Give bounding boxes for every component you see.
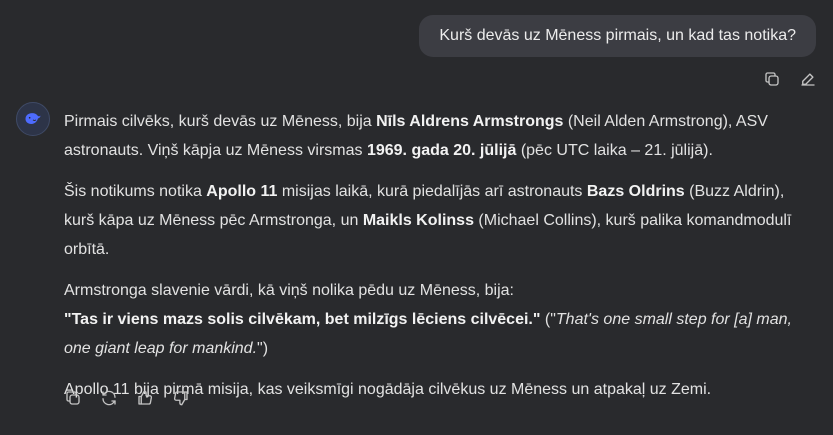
text: Šis notikums notika [64,183,207,200]
copy-icon[interactable] [62,387,84,409]
bold-date: 1969. gada 20. jūlijā [366,142,517,159]
user-message-bubble: Kurš devās uz Mēness pirmais, un kad tas… [419,15,816,57]
thumbs-down-icon[interactable] [170,387,192,409]
answer-actions [62,387,192,409]
bold-mission: Apollo 11 [206,183,278,200]
bold-quote: "Tas ir viens mazs solis cilvēkam, bet m… [64,311,541,328]
answer-paragraph-2: Šis notikums notika Apollo 11 misijas la… [64,177,816,264]
assistant-avatar [16,102,50,136]
text: ") [257,340,269,357]
edit-icon[interactable] [797,68,819,90]
text: Armstronga slavenie vārdi, kā viņš nolik… [64,282,514,299]
text: (pēc UTC laika – 21. jūlijā). [516,142,713,159]
text: (" [540,311,556,328]
thumbs-up-icon[interactable] [134,387,156,409]
copy-icon[interactable] [761,68,783,90]
bold-name: Nīls Aldrens Armstrongs [376,113,564,130]
text: misijas laikā, kurā piedalījās arī astro… [277,183,587,200]
bold-name: Bazs Oldrins [586,183,685,200]
regenerate-icon[interactable] [98,387,120,409]
assistant-answer: Pirmais cilvēks, kurš devās uz Mēness, b… [64,107,816,416]
user-message-text: Kurš devās uz Mēness pirmais, un kad tas… [439,27,796,44]
text: Pirmais cilvēks, kurš devās uz Mēness, b… [64,113,377,130]
bold-name: Maikls Kolinss [362,212,474,229]
answer-paragraph-1: Pirmais cilvēks, kurš devās uz Mēness, b… [64,107,816,165]
answer-paragraph-3: Armstronga slavenie vārdi, kā viņš nolik… [64,276,816,363]
user-message-actions [761,68,819,90]
whale-logo-icon [25,113,41,124]
chat-page: Kurš devās uz Mēness pirmais, un kad tas… [0,0,833,435]
